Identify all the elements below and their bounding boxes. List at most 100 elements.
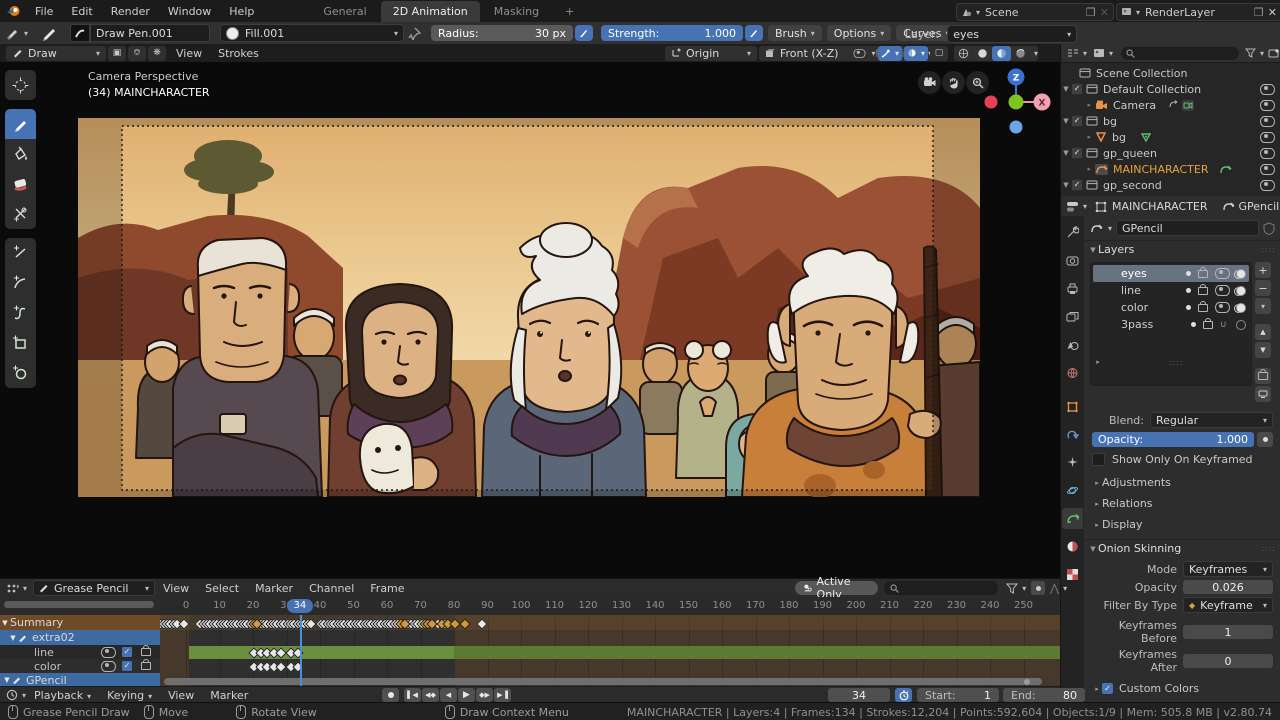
pan-view-button[interactable] — [942, 71, 965, 94]
tool-arc[interactable] — [5, 268, 36, 298]
outliner-row-bg-object[interactable]: ▸ bg — [1061, 129, 1280, 145]
lock-icon[interactable] — [1203, 321, 1213, 329]
ds-search-input[interactable] — [884, 581, 998, 595]
frame-start-field[interactable]: Start:1 — [917, 688, 999, 702]
eye-closed-icon[interactable]: ∪ — [1220, 320, 1232, 330]
new-collection-button[interactable] — [1268, 48, 1280, 59]
brush-menu[interactable]: Brush▾ — [768, 25, 822, 41]
pb-marker-menu[interactable]: Marker — [202, 689, 256, 702]
current-frame-line[interactable] — [300, 615, 302, 687]
strength-slider[interactable]: Strength:1.000 — [601, 25, 763, 41]
radius-slider[interactable]: Radius:30 px — [431, 25, 593, 41]
channel-summary[interactable]: ▼Summary — [0, 615, 160, 630]
current-frame-indicator[interactable]: 34 — [287, 599, 313, 613]
dope-sheet-mode-dropdown[interactable]: Grease Pencil▾ — [33, 580, 155, 596]
playback-menu[interactable]: Playback▾ — [26, 689, 99, 702]
brush-name-field[interactable]: Draw Pen.001 — [90, 24, 210, 42]
tab-scene-icon[interactable] — [1062, 334, 1083, 355]
frame-end-field[interactable]: End:80 — [1003, 688, 1085, 702]
object-visibility-dropdown[interactable]: ▾ — [852, 46, 876, 61]
pin-icon[interactable] — [408, 27, 421, 40]
menu-file[interactable]: File — [26, 5, 62, 18]
radius-pressure-toggle[interactable] — [575, 25, 593, 41]
view-menu[interactable]: View — [168, 47, 210, 60]
outliner-row-gp-queen[interactable]: ▼✓ gp_queen — [1061, 145, 1280, 161]
hide-eye-icon[interactable] — [1260, 148, 1275, 159]
shading-rendered-icon[interactable] — [1011, 48, 1030, 59]
xray-toggle-icon[interactable]: ▢ — [930, 46, 948, 61]
relations-panel-header[interactable]: ▸Relations — [1084, 497, 1280, 510]
shading-material-preview-icon[interactable] — [992, 46, 1011, 61]
3d-viewport[interactable]: Camera Perspective (34) MAINCHARACTER — [0, 62, 1060, 578]
hide-eye-icon[interactable] — [1260, 100, 1275, 111]
hide-eye-icon[interactable] — [1260, 84, 1275, 95]
shading-solid-icon[interactable] — [973, 48, 992, 59]
jump-to-start-button[interactable]: ▌◀ — [404, 688, 421, 702]
tab-object-icon[interactable] — [1062, 396, 1083, 417]
mode-dropdown[interactable]: Draw▾ — [6, 46, 106, 61]
keyframe-area[interactable] — [160, 615, 1060, 687]
layer-row-eyes[interactable]: eyes — [1093, 265, 1249, 282]
hide-eye-icon[interactable] — [1215, 302, 1230, 313]
overlays-toggle[interactable]: ▾ — [904, 46, 928, 61]
datablock-dropdown[interactable]: ▾ — [1108, 224, 1112, 233]
outliner-row-bg-collection[interactable]: ▼✓ bg — [1061, 113, 1280, 129]
hide-eye-icon[interactable] — [1260, 132, 1275, 143]
adjustments-panel-header[interactable]: ▸Adjustments — [1084, 476, 1280, 489]
placement-toggle-icon[interactable]: ▣ — [108, 46, 126, 61]
menu-help[interactable]: Help — [220, 5, 263, 18]
jump-to-end-button[interactable]: ▶▐ — [494, 688, 511, 702]
scene-selector[interactable]: ▾ Scene ❐ ✕ — [956, 3, 1106, 21]
isolate-layer-button[interactable] — [1255, 386, 1271, 402]
tab-material-icon[interactable] — [1062, 536, 1083, 557]
onion-skin-icon[interactable] — [1234, 303, 1246, 312]
stroke-placement-dropdown[interactable]: Origin▾ — [665, 46, 757, 61]
properties-editor-type-dropdown[interactable]: ▾ — [1066, 201, 1087, 212]
tool-circle[interactable] — [5, 358, 36, 388]
active-tool-pencil-icon[interactable] — [34, 26, 64, 41]
use-preview-range-toggle[interactable] — [895, 688, 912, 702]
hide-eye-icon[interactable] — [101, 661, 116, 672]
outliner-filter-dropdown[interactable]: ▾ — [1245, 48, 1264, 58]
tab-output-icon[interactable] — [1062, 278, 1083, 299]
menu-render[interactable]: Render — [102, 5, 159, 18]
blender-logo-icon[interactable] — [0, 5, 26, 17]
channel-checkbox[interactable]: ✓ — [121, 646, 133, 658]
record-button[interactable] — [382, 688, 399, 702]
tab-render-icon[interactable] — [1062, 250, 1083, 271]
copy-icon[interactable]: ❐ — [1086, 6, 1096, 19]
prev-keyframe-button[interactable]: ◀◆ — [422, 688, 439, 702]
tool-box[interactable] — [5, 328, 36, 358]
datablock-name-field[interactable]: GPencil — [1116, 220, 1259, 236]
show-only-keyframed-checkbox[interactable] — [1092, 453, 1105, 466]
remove-layer-button[interactable]: − — [1255, 280, 1271, 296]
outliner-row-scene-collection[interactable]: Scene Collection — [1061, 65, 1280, 81]
keyframe-diamond[interactable] — [476, 618, 487, 629]
keying-menu[interactable]: Keying▾ — [99, 689, 160, 702]
lock-icon[interactable] — [141, 648, 151, 656]
material-selector[interactable]: Fill.001 ▾ — [220, 24, 421, 42]
options-menu[interactable]: Options▾ — [827, 25, 891, 41]
onion-mode-dropdown[interactable]: Keyframes▾ — [1183, 561, 1273, 577]
copy-icon[interactable]: ❐ — [1254, 6, 1264, 19]
onion-opacity-field[interactable]: 0.026 — [1183, 580, 1273, 594]
hide-eye-icon[interactable] — [1260, 180, 1275, 191]
disclosure-triangle-icon[interactable]: ▼ — [1061, 117, 1071, 125]
magnet-snap-toggle-icon[interactable]: ⎊ — [128, 46, 146, 61]
tool-curve[interactable] — [5, 298, 36, 328]
tab-world-icon[interactable] — [1062, 362, 1083, 383]
breadcrumb-object-name[interactable]: MAINCHARACTER — [1112, 200, 1208, 213]
timeline-editor-type-dropdown[interactable]: ▾ — [6, 689, 26, 701]
ds-marker-menu[interactable]: Marker — [247, 582, 301, 595]
layer-opacity-slider[interactable]: Opacity:1.000 — [1092, 432, 1254, 447]
tool-cutter[interactable] — [5, 199, 36, 229]
ds-view-menu[interactable]: View — [155, 582, 197, 595]
layer-row-3pass[interactable]: 3pass ∪ — [1093, 316, 1249, 333]
channel-checkbox[interactable]: ✓ — [121, 660, 133, 672]
pb-view-menu[interactable]: View — [160, 689, 202, 702]
workspace-tab-add[interactable]: + — [553, 1, 586, 22]
onion-skin-off-icon[interactable] — [1236, 320, 1246, 330]
strokes-menu[interactable]: Strokes — [210, 47, 267, 60]
current-frame-field[interactable]: 34 — [828, 688, 890, 702]
channel-gpencil[interactable]: ▼ GPencil — [0, 673, 160, 687]
